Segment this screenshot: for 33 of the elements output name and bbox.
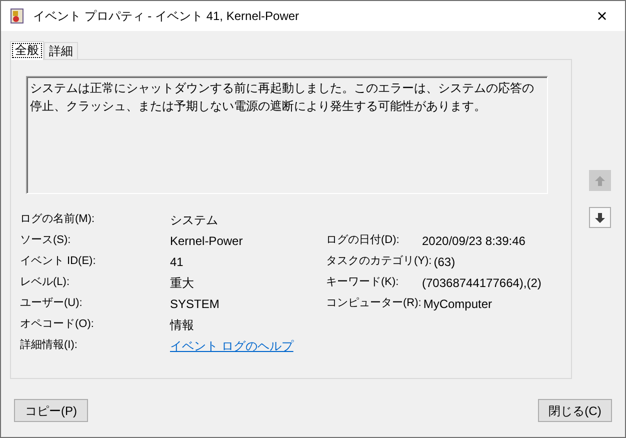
field-label: ログの名前(M):: [20, 212, 96, 228]
field-label: イベント ID(E):: [20, 254, 97, 270]
field-label: コンピューター(R):: [326, 296, 422, 312]
field-label: ソース(S):: [20, 233, 72, 248]
field-value: MyComputer: [423, 296, 492, 312]
field-label: ユーザー(U):: [20, 296, 84, 312]
field-value: (70368744177664),(2): [422, 274, 542, 292]
field-value: 2020/09/23 8:39:46: [422, 232, 526, 250]
field-value: 情報: [170, 316, 194, 334]
description-box: システムは正常にシャットダウンする前に再起動しました。このエラーは、システムの応答の停止、クラッシュ、または予期しない電源の遮断により発生する可能性があります。: [26, 76, 548, 194]
field-value: Kernel-Power: [170, 232, 243, 250]
help-link[interactable]: イベント ログのヘルプ: [170, 336, 294, 354]
field-value: システム: [170, 212, 218, 228]
up-arrow-icon: [594, 174, 606, 186]
field-label: レベル(L):: [20, 275, 70, 290]
event-log-icon: [9, 8, 25, 24]
tab[interactable]: 詳細: [44, 42, 78, 59]
field-value: (63): [434, 254, 456, 270]
window-title: イベント プロパティ - イベント 41, Kernel-Power: [33, 8, 300, 25]
down-arrow-icon: [594, 212, 606, 224]
field-label: 詳細情報(I):: [20, 338, 78, 354]
field-value: 41: [170, 254, 184, 270]
copy-button[interactable]: コピー(P): [14, 399, 88, 422]
field-label: ログの日付(D):: [326, 233, 400, 248]
field-label: キーワード(K):: [326, 275, 400, 290]
field-value: SYSTEM: [170, 296, 220, 312]
close-dialog-button[interactable]: 閉じる(C): [538, 399, 612, 422]
field-label: タスクのカテゴリ(Y):: [326, 254, 433, 270]
field-value: 重大: [170, 274, 194, 292]
next-button[interactable]: [589, 207, 611, 228]
tab[interactable]: 全般: [10, 41, 44, 60]
field-label: オペコード(O):: [20, 317, 95, 332]
close-button[interactable]: ×: [587, 2, 617, 30]
